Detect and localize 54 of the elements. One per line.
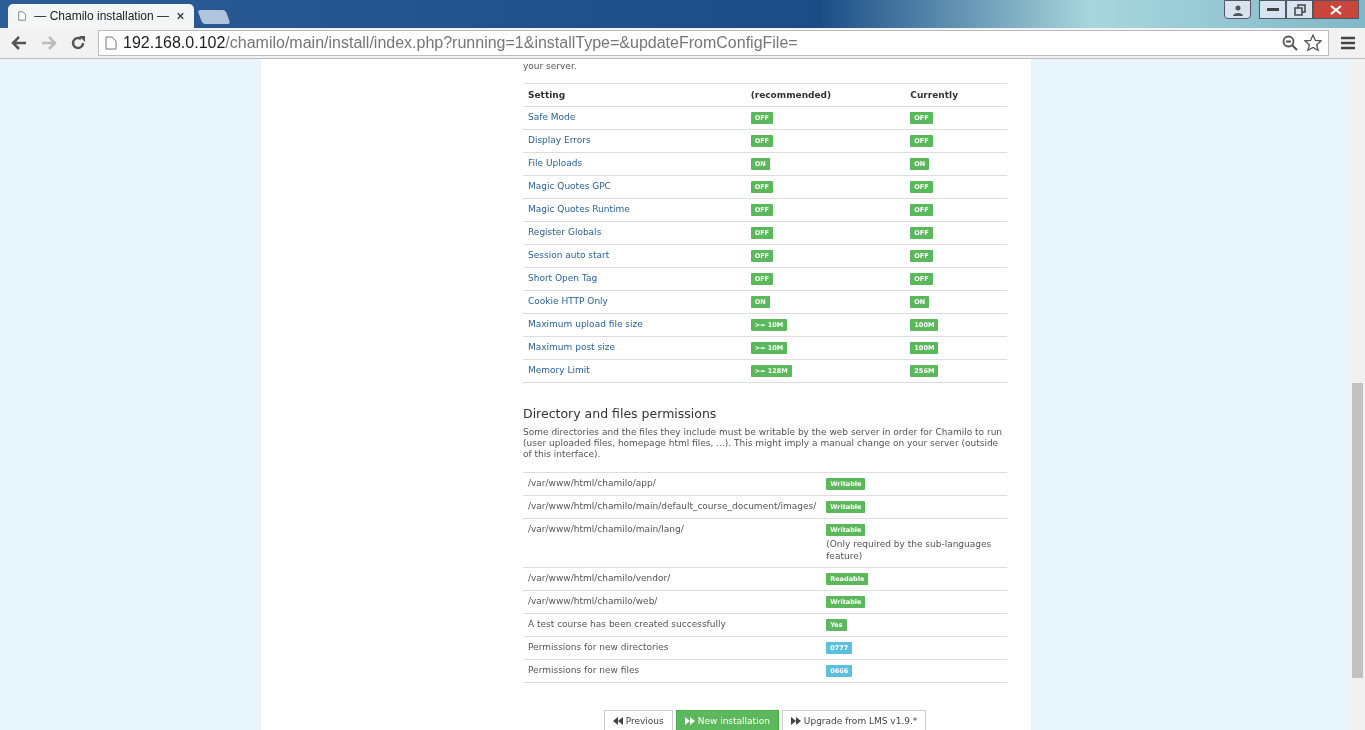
close-icon — [1330, 4, 1342, 15]
person-icon — [1231, 3, 1244, 16]
setting-name: Maximum post size — [528, 342, 615, 352]
nav-button[interactable]: Previous — [603, 710, 673, 730]
restore-button[interactable] — [1286, 0, 1313, 19]
section-heading: Directory and files permissions — [523, 406, 718, 421]
setting-name: Magic Quotes Runtime — [528, 204, 630, 214]
setting-name: Maximum upload file size — [528, 319, 643, 329]
column-header: (recommended) — [745, 83, 906, 107]
fast-forward-icon — [684, 717, 695, 725]
permission-item: A test course has been created successfully — [528, 619, 726, 629]
setting-name: Register Globals — [528, 227, 602, 237]
fast-forward-icon — [790, 717, 801, 725]
rewind-icon — [612, 717, 623, 725]
browser-tab[interactable]: — Chamilo installation — — [8, 4, 194, 28]
new-tab-button[interactable] — [197, 10, 231, 24]
permission-item: /var/www/html/chamilo/main/lang/ — [528, 524, 684, 534]
setting-name: Memory Limit — [528, 365, 590, 375]
user-button[interactable] — [1224, 0, 1251, 19]
column-header: Currently — [905, 83, 1007, 107]
minimize-button[interactable] — [1259, 0, 1286, 19]
column-header: Setting — [523, 83, 746, 107]
permission-item: /var/www/html/chamilo/web/ — [528, 596, 658, 606]
setting-name: Session auto start — [528, 250, 610, 260]
reload-icon[interactable] — [70, 35, 86, 51]
permission-item: Permissions for new files — [528, 665, 640, 675]
address-bar[interactable]: 192.168.0.102/chamilo/main/install/index.php?running=1&installType=&updateFromConfigFile= — [98, 30, 1329, 56]
restore-icon — [1293, 3, 1306, 16]
section-description: Some directories and the files they include must be writable by the web server in order for Chamilo to run (user uploaded files, homepage html files, ...). This might imply a manual change on your server (outside of this interface). — [523, 427, 1004, 460]
nav-button[interactable]: Upgrade from LMS v1.9.* — [781, 710, 927, 730]
setting-name: Short Open Tag — [528, 273, 598, 283]
permission-item: /var/www/html/chamilo/main/default_course_document/images/ — [528, 501, 817, 511]
permission-item: /var/www/html/chamilo/app/ — [528, 478, 656, 488]
minimize-icon — [1266, 7, 1279, 12]
note-text: (Only required by the sub-languages feature) — [826, 538, 993, 562]
menu-icon[interactable] — [1341, 36, 1355, 50]
setting-name: File Uploads — [528, 158, 583, 168]
close-icon[interactable] — [177, 11, 184, 21]
permission-item: /var/www/html/chamilo/vendor/ — [528, 573, 671, 583]
setting-name: Display Errors — [528, 135, 591, 145]
close-window-button[interactable] — [1313, 0, 1359, 19]
intro-text: your server. — [523, 61, 578, 71]
setting-name: Safe Mode — [528, 112, 576, 122]
url-text: 192.168.0.102/chamilo/main/install/index.php?running=1&installType=&updateFromConfigFile= — [123, 34, 798, 52]
page-icon — [18, 9, 27, 23]
setting-name: Magic Quotes GPC — [528, 181, 611, 191]
star-icon[interactable] — [1304, 34, 1322, 52]
setting-name: Cookie HTTP Only — [528, 296, 608, 306]
back-icon[interactable] — [10, 35, 28, 51]
permission-item: Permissions for new directories — [528, 642, 669, 652]
tab-title: — Chamilo installation — — [34, 9, 170, 23]
scrollbar[interactable] — [1350, 59, 1365, 730]
zoom-out-icon[interactable] — [1282, 35, 1298, 51]
page-icon — [105, 36, 117, 50]
